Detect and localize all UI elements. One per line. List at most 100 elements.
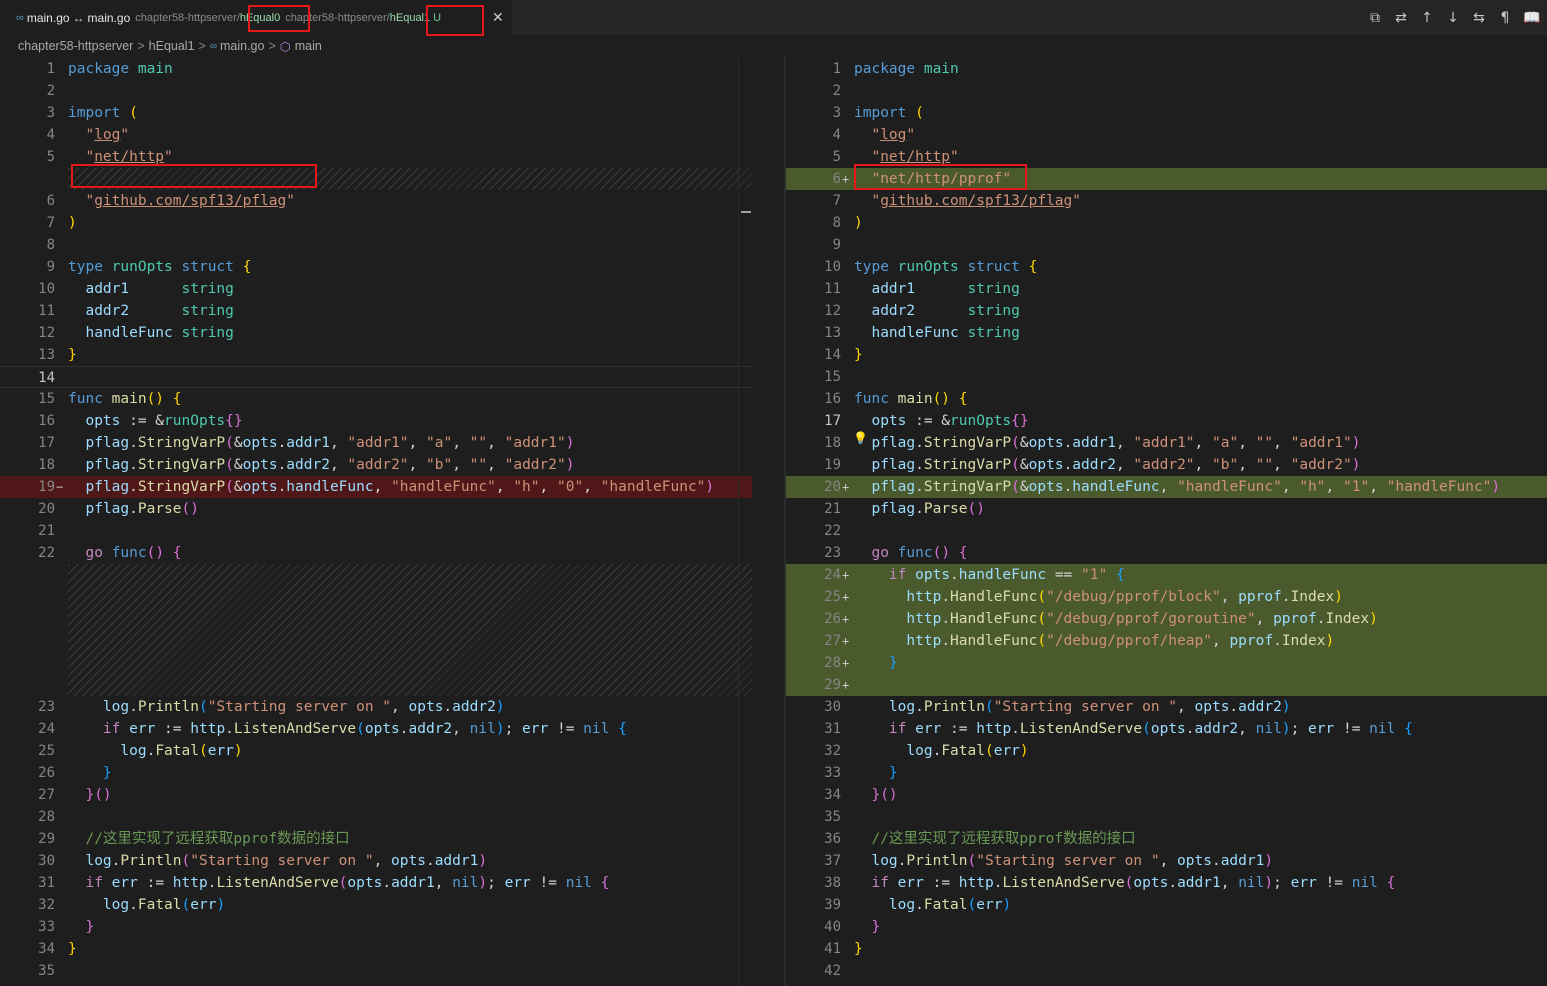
code-line[interactable]: 13 handleFunc string [786,322,1547,344]
code-line[interactable]: 37 log. Println("Starting server on ", op… [786,850,1547,872]
code-line[interactable]: 9 [786,234,1547,256]
next-change-icon[interactable]: ↓ [1445,10,1461,26]
code-line[interactable]: 20 + pflag.StringVarP(&opts.handleFunc, "… [786,476,1547,498]
whitespace-icon[interactable]: ¶ [1497,10,1513,26]
code-token: "addr2" [347,457,409,473]
scrollbar-modified[interactable] [1533,57,1547,986]
code-line[interactable]: 6 "github.com/spf13/pflag" [0,190,752,212]
code-line[interactable]: 25 + http.HandleFunc("/debug/pprof/block"… [786,586,1547,608]
code-line[interactable]: 27 }() [0,784,752,806]
scrollbar-thumb[interactable] [741,211,751,213]
code-token: , [452,457,470,473]
code-line[interactable]: 24 + if opts.handleFunc == "1" { [786,564,1547,586]
code-line[interactable]: 36 //这里实现了远程获取pprof数据的接口 [786,828,1547,850]
code-line[interactable]: 25 log.Fatal(err) [0,740,752,762]
code-line[interactable]: 14 [0,366,752,388]
code-line[interactable]: 19− pflag.StringVarP(&opts.handleFunc, "… [0,476,752,498]
code-line[interactable]: 16 opts := &runOpts{} [0,410,752,432]
code-line[interactable]: 10 addr1 string [0,278,752,300]
code-line[interactable]: 41} [786,938,1547,960]
code-line[interactable]: 2 [0,80,752,102]
code-line[interactable]: 20 pflag.Parse() [0,498,752,520]
code-line[interactable]: 30 log.Println("Starting server on ", op… [786,696,1547,718]
code-line[interactable]: 40 } [786,916,1547,938]
code-line[interactable]: 4 "log" [0,124,752,146]
code-line[interactable]: 3 import ( [786,102,1547,124]
breadcrumb-file[interactable]: main.go [220,39,264,53]
code-line[interactable]: 31 if err := http.ListenAndServe(opts.ad… [0,872,752,894]
lightbulb-icon[interactable]: 💡 [853,431,868,445]
code-line[interactable]: 29 + [786,674,1547,696]
code-line[interactable]: 11 addr1 string [786,278,1547,300]
code-line[interactable]: 29 //这里实现了远程获取pprof数据的接口 [0,828,752,850]
code-line[interactable]: 39 log.Fatal(err) [786,894,1547,916]
breadcrumb-folder[interactable]: chapter58-httpserver [18,39,133,53]
code-token: struct [181,259,234,275]
code-line[interactable]: 35 [0,960,752,982]
code-line[interactable]: 11 addr2 string [0,300,752,322]
code-line[interactable]: 34 }() [786,784,1547,806]
code-line[interactable]: 8 [0,234,752,256]
code-line[interactable]: 22 [786,520,1547,542]
code-line[interactable]: 17 pflag.StringVarP(&opts.addr1, "addr1"… [0,432,752,454]
code-line[interactable]: 4 "log" [786,124,1547,146]
code-line[interactable]: 16 func main() { [786,388,1547,410]
code-line[interactable]: 33 } [0,916,752,938]
code-line[interactable]: 32 log.Fatal(err) [786,740,1547,762]
code-token: pflag [85,501,130,517]
code-line[interactable]: 26 } [0,762,752,784]
code-line[interactable]: 10 type runOpts struct { [786,256,1547,278]
code-line[interactable]: 42 [786,960,1547,982]
code-line[interactable]: 21 pflag.Parse() [786,498,1547,520]
code-line[interactable]: 9 type runOpts struct { [0,256,752,278]
code-line[interactable]: 7) [0,212,752,234]
code-line[interactable]: 32 log.Fatal(err) [0,894,752,916]
code-line[interactable]: 3 import ( [0,102,752,124]
inline-diff-icon[interactable]: ⇄ [1393,10,1409,26]
code-line[interactable]: 38 if err := http.ListenAndServe(opts.ad… [786,872,1547,894]
code-line[interactable]: 18 pflag.StringVarP(&opts.addr2, "addr2"… [0,454,752,476]
code-text: type runOpts struct { [68,256,752,278]
code-line[interactable]: 34} [0,938,752,960]
code-line[interactable]: 13} [0,344,752,366]
code-line[interactable]: 15 [786,366,1547,388]
code-line[interactable]: 23 go func() { [786,542,1547,564]
code-line[interactable]: 30 log.Println("Starting server on ", op… [0,850,752,872]
code-line[interactable]: 17 opts := &runOpts{} [786,410,1547,432]
code-token: , [452,721,470,737]
close-tab-icon[interactable]: ✕ [492,9,504,26]
code-line[interactable]: 7 "github.com/spf13/pflag" [786,190,1547,212]
code-line[interactable]: 1 package main [786,58,1547,80]
breadcrumb-subfolder[interactable]: hEqual1 [149,39,195,53]
code-line[interactable]: 19 pflag.StringVarP(&opts.addr2, "addr2"… [786,454,1547,476]
code-line[interactable]: 14} [786,344,1547,366]
code-line[interactable]: 33 } [786,762,1547,784]
diff-editor-original[interactable]: 1 package main 2 3 import (4 "log" 5 "net/htt… [0,57,752,986]
code-line[interactable]: 35 [786,806,1547,828]
code-line[interactable]: 28 + } [786,652,1547,674]
code-line[interactable]: 12 handleFunc string [0,322,752,344]
code-line[interactable]: 28 [0,806,752,828]
diff-editor-modified[interactable]: 1 package main 2 3 import (4 "log" 5 "net/htt… [786,57,1547,986]
previous-change-icon[interactable]: ↑ [1419,10,1435,26]
breadcrumb-symbol[interactable]: main [295,39,322,53]
code-line[interactable]: 1 package main [0,58,752,80]
code-line[interactable]: 8) [786,212,1547,234]
code-line[interactable]: 26 + http.HandleFunc("/debug/pprof/gorout… [786,608,1547,630]
code-line[interactable]: 18 pflag.StringVarP(&opts.addr1, "addr1"… [786,432,1547,454]
swap-sides-icon[interactable]: ⇆ [1471,10,1487,26]
scrollbar-original[interactable] [738,57,752,986]
code-line[interactable]: 22 go func() { [0,542,752,564]
code-line[interactable]: 21 [0,520,752,542]
code-line[interactable]: 31 if err := http.ListenAndServe(opts.ad… [786,718,1547,740]
code-token: " [950,149,959,165]
code-line[interactable]: 24 if err := http.ListenAndServe(opts.ad… [0,718,752,740]
code-line[interactable]: 23 log.Println("Starting server on ", op… [0,696,752,718]
book-icon[interactable]: 📖 [1523,10,1540,26]
code-line[interactable]: 27 + http.HandleFunc("/debug/pprof/heap",… [786,630,1547,652]
open-file-icon[interactable]: ⧉ [1367,10,1383,26]
code-line[interactable]: 12 addr2 string [786,300,1547,322]
code-line[interactable]: 2 [786,80,1547,102]
code-line[interactable]: 15 func main() { [0,388,752,410]
